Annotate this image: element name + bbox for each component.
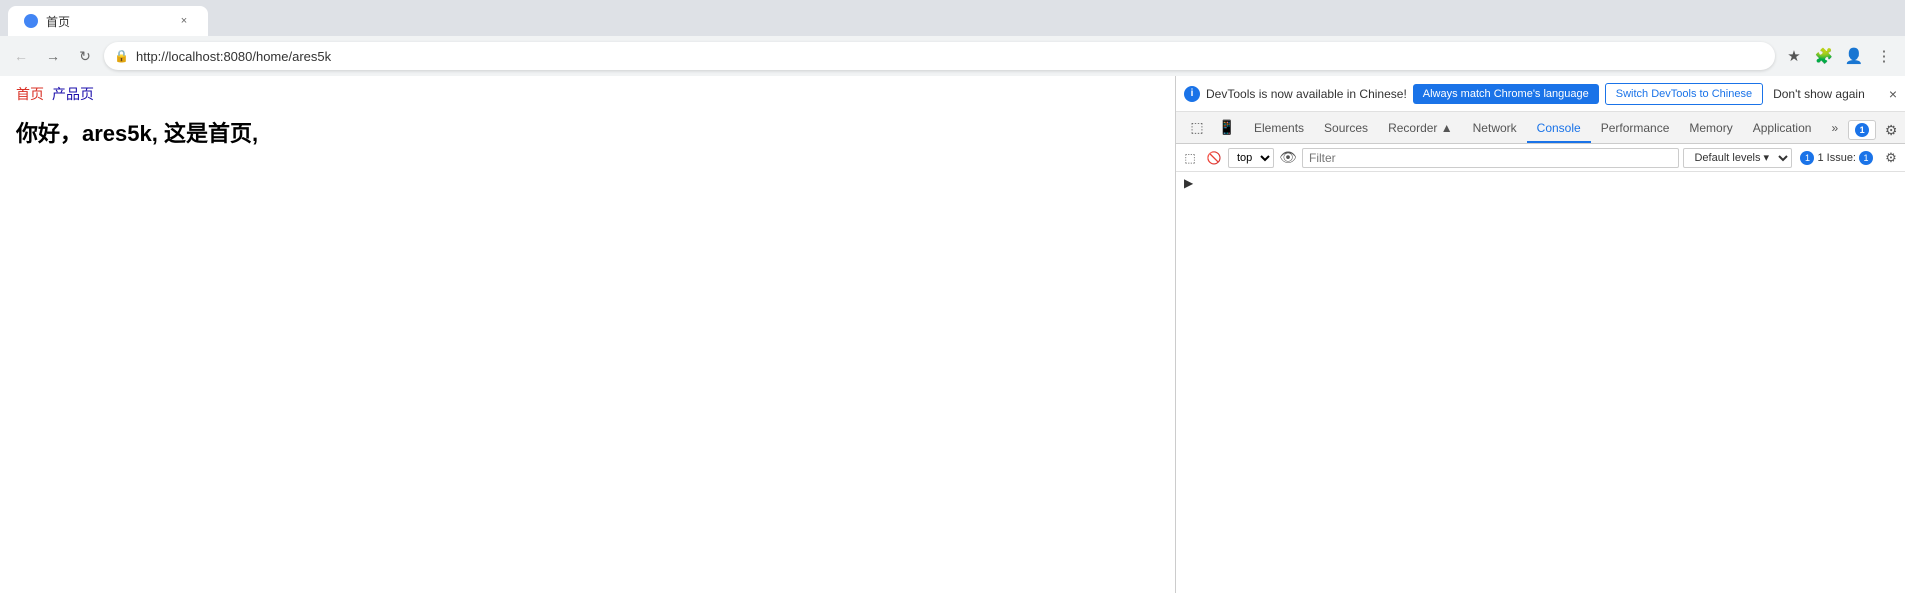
page-heading: 你好，ares5k, 这是首页, [16,116,1159,148]
tab-sources[interactable]: Sources [1314,115,1378,143]
tab-close-button[interactable]: × [176,13,192,29]
inspect-element-button[interactable]: ⬚ [1184,115,1210,141]
tab-recorder[interactable]: Recorder ▲ [1378,115,1463,143]
info-icon: i [1184,86,1200,102]
switch-devtools-button[interactable]: Switch DevTools to Chinese [1605,83,1763,105]
devtools-left-icons: ⬚ 📱 [1180,112,1244,143]
reload-button[interactable]: ↻ [72,43,98,69]
lock-icon: 🔒 [114,49,129,63]
console-settings-button[interactable]: ⚙ [1881,148,1901,168]
tab-performance[interactable]: Performance [1591,115,1680,143]
tab-bar: 首页 × [0,0,1905,36]
console-sidebar-button[interactable]: ⬚ [1180,148,1200,168]
nav-link-home[interactable]: 首页 [16,84,44,104]
notification-close-button[interactable]: × [1889,86,1897,102]
issues-count-badge: 1 [1859,151,1873,165]
tab-memory[interactable]: Memory [1679,115,1742,143]
star-button[interactable]: ★ [1781,43,1807,69]
back-button[interactable]: ← [8,43,34,69]
extensions-button[interactable]: 🧩 [1811,43,1837,69]
tab-title: 首页 [46,13,168,30]
toolbar-right: ★ 🧩 👤 ⋮ [1781,43,1897,69]
browser-chrome: 首页 × ← → ↻ 🔒 ★ 🧩 👤 ⋮ 首页 产品页 你好，ares5k, 这… [0,0,1905,593]
more-button[interactable]: ⋮ [1871,43,1897,69]
devtools-panel: i DevTools is now available in Chinese! … [1175,76,1905,593]
tab-application[interactable]: Application [1743,115,1822,143]
devtools-tabs: ⬚ 📱 Elements Sources Recorder ▲ Network … [1176,112,1905,144]
console-body: ▶ [1176,172,1905,593]
nav-link-products[interactable]: 产品页 [52,84,94,104]
tab-favicon [24,14,38,28]
console-filter-input[interactable] [1302,148,1679,168]
devtools-settings-button[interactable]: ⚙ [1878,117,1904,143]
console-eye-button[interactable]: 👁 [1278,148,1298,168]
default-levels-select[interactable]: Default levels ▾ [1683,148,1792,168]
address-wrapper: 🔒 [104,42,1775,70]
devtools-tabs-right: 1 ⚙ ⋮ × [1848,117,1905,143]
tab-console[interactable]: Console [1527,115,1591,143]
console-expand-icon[interactable]: ▶ [1184,176,1193,190]
console-context-select[interactable]: top [1228,148,1274,168]
page-content: 首页 产品页 你好，ares5k, 这是首页, [0,76,1175,593]
main-area: 首页 产品页 你好，ares5k, 这是首页, i DevTools is no… [0,76,1905,593]
device-toggle-button[interactable]: 📱 [1214,115,1240,141]
tab-more[interactable]: » [1821,115,1848,143]
always-match-button[interactable]: Always match Chrome's language [1413,84,1599,104]
devtools-notification: i DevTools is now available in Chinese! … [1176,76,1905,112]
issues-icon: 1 [1855,123,1869,137]
issues-count-display: 1 1 Issue: 1 [1796,151,1877,165]
address-input[interactable] [104,42,1775,70]
notif-message: DevTools is now available in Chinese! [1206,87,1407,101]
issues-count-icon: 1 [1800,151,1814,165]
profile-button[interactable]: 👤 [1841,43,1867,69]
forward-button[interactable]: → [40,43,66,69]
tab-network[interactable]: Network [1463,115,1527,143]
console-prompt-row: ▶ [1176,172,1905,194]
browser-tab[interactable]: 首页 × [8,6,208,36]
console-toolbar: ⬚ 🚫 top 👁 Default levels ▾ 1 1 Issue: 1 … [1176,144,1905,172]
tab-elements[interactable]: Elements [1244,115,1314,143]
dont-show-again-button[interactable]: Don't show again [1773,87,1865,101]
page-nav: 首页 产品页 [16,84,1159,104]
console-clear-button[interactable]: 🚫 [1204,148,1224,168]
issues-badge[interactable]: 1 [1848,120,1876,140]
issues-label: 1 Issue: [1817,152,1856,164]
address-bar: ← → ↻ 🔒 ★ 🧩 👤 ⋮ [0,36,1905,76]
